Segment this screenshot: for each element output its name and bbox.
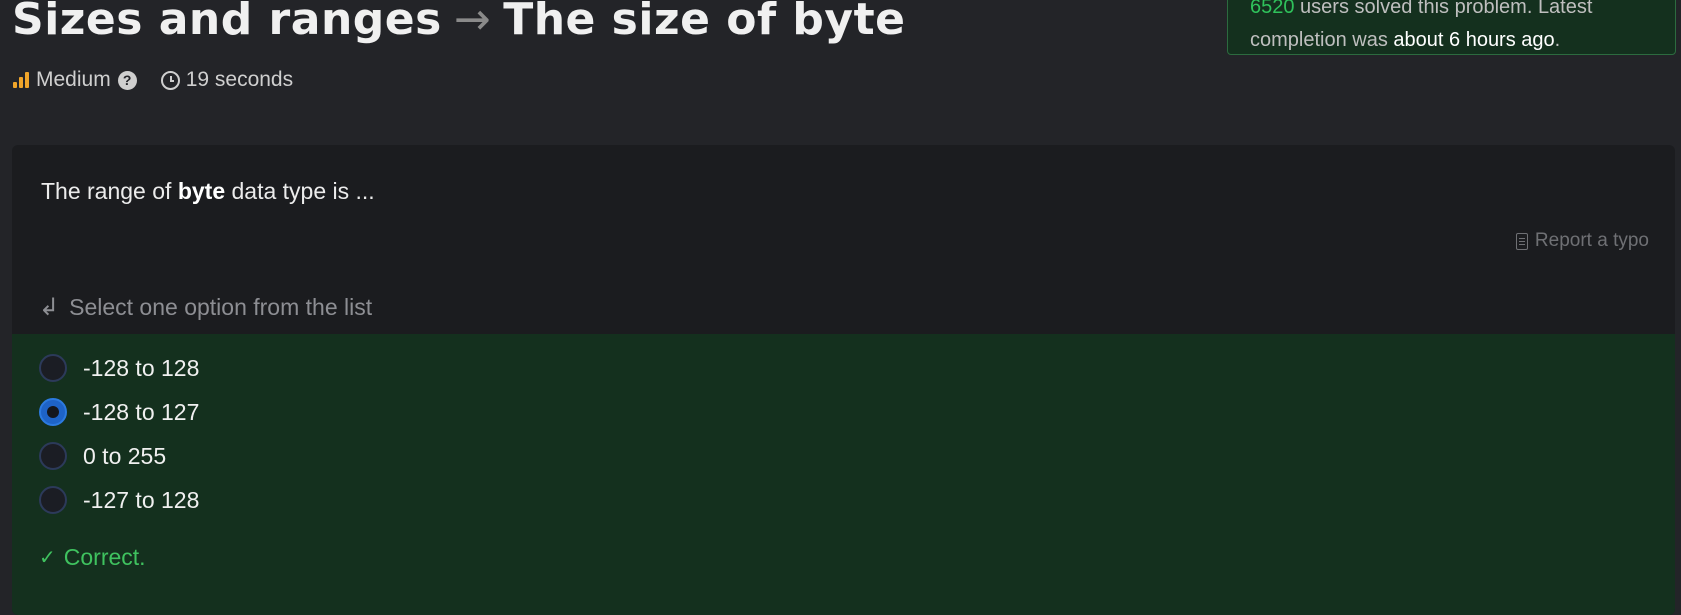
options-list: -128 to 128 -128 to 127 0 to 255 -127 to…	[12, 334, 1675, 615]
question-text: The range of byte data type is ...	[41, 178, 375, 205]
solved-count: 6520	[1250, 0, 1295, 18]
option-1[interactable]: -128 to 128	[39, 354, 199, 382]
option-label: -128 to 128	[83, 354, 200, 381]
result-label: Correct.	[63, 544, 146, 570]
option-label: -127 to 128	[83, 486, 200, 513]
page-title: Sizes and ranges → The size of byte	[12, 0, 905, 45]
option-label: 0 to 255	[83, 442, 167, 469]
stats-line-2: completion was about 6 hours ago.	[1250, 24, 1653, 54]
problem-meta: Medium ? 19 seconds	[13, 68, 293, 92]
clock-icon	[160, 70, 180, 90]
radio-button[interactable]	[39, 486, 67, 514]
problem-title: The size of byte	[503, 0, 906, 45]
topic-link[interactable]: Sizes and ranges	[12, 0, 442, 45]
latest-completion-time: about 6 hours ago	[1393, 29, 1555, 51]
question-suffix: data type is ...	[225, 178, 375, 204]
option-2[interactable]: -128 to 127	[39, 398, 199, 426]
difficulty-label: Medium	[36, 68, 111, 91]
option-label: -128 to 127	[83, 398, 200, 425]
time-label: 19 seconds	[185, 68, 294, 91]
solve-stats-box: 6520 users solved this problem. Latest c…	[1227, 0, 1676, 55]
instruction: ↲ Select one option from the list	[39, 293, 372, 322]
report-typo-button[interactable]: Report a typo	[1515, 230, 1649, 252]
stats-line-2-prefix: completion was	[1250, 29, 1394, 51]
result-message: ✓ Correct.	[39, 544, 146, 571]
stats-line-1-text: users solved this problem. Latest	[1294, 0, 1593, 18]
time-estimate: 19 seconds	[137, 68, 293, 92]
arrow-down-icon: ↲	[39, 294, 60, 321]
option-4[interactable]: -127 to 128	[39, 486, 199, 514]
radio-button[interactable]	[39, 442, 67, 470]
stats-line-2-suffix: .	[1554, 29, 1561, 51]
question-card: The range of byte data type is ... Repor…	[12, 145, 1675, 615]
option-3[interactable]: 0 to 255	[39, 442, 166, 470]
radio-button-selected[interactable]	[39, 398, 67, 426]
report-typo-label: Report a typo	[1534, 230, 1649, 251]
question-prefix: The range of	[41, 178, 178, 204]
question-keyword: byte	[177, 178, 226, 204]
instruction-label: Select one option from the list	[69, 294, 373, 320]
radio-button[interactable]	[39, 354, 67, 382]
difficulty: Medium ?	[13, 68, 137, 92]
breadcrumb-arrow-icon: →	[453, 0, 492, 45]
difficulty-bars-icon	[13, 72, 29, 88]
checkmark-icon: ✓	[39, 547, 56, 569]
stats-line-1: 6520 users solved this problem. Latest	[1250, 0, 1653, 24]
help-icon[interactable]: ?	[117, 70, 137, 90]
document-icon	[1515, 232, 1528, 250]
